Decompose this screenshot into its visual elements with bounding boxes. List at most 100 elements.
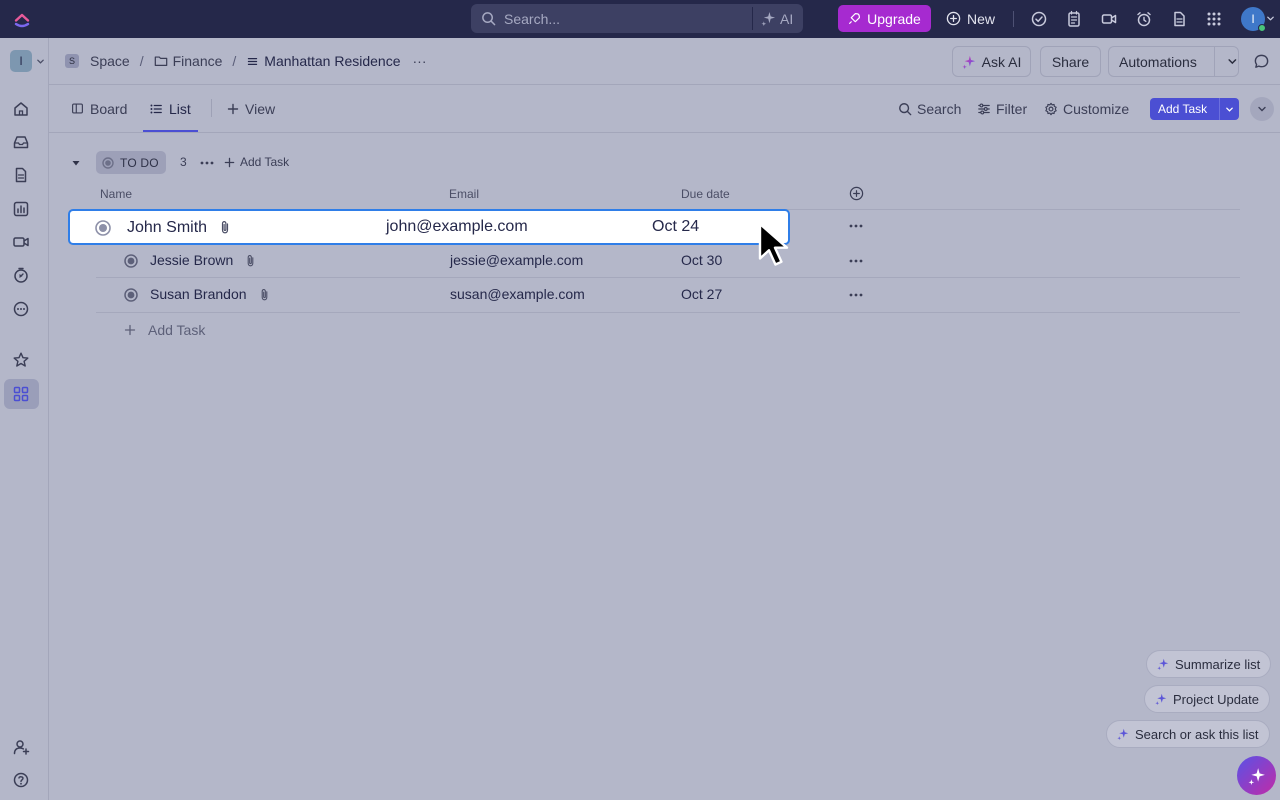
sparkle-icon xyxy=(1155,693,1167,705)
more-circle-icon[interactable] xyxy=(12,300,30,318)
breadcrumb-separator: / xyxy=(232,53,237,69)
chevron-down-icon xyxy=(1258,106,1266,112)
attachment-icon[interactable] xyxy=(219,220,231,234)
video-icon[interactable] xyxy=(1100,10,1118,28)
chevron-down-icon[interactable] xyxy=(1266,14,1275,23)
more-horizontal-icon[interactable] xyxy=(849,224,863,228)
dashboard-chart-icon[interactable] xyxy=(12,200,30,218)
collapse-group-caret-icon[interactable] xyxy=(71,158,81,168)
workspace-switcher[interactable]: I xyxy=(10,50,32,72)
attachment-icon[interactable] xyxy=(259,288,270,301)
project-update-label: Project Update xyxy=(1173,691,1259,707)
table-row-highlighted[interactable]: John Smith john@example.com Oct 24 xyxy=(68,209,790,245)
more-horizontal-icon[interactable] xyxy=(849,293,863,297)
chevron-down-icon[interactable] xyxy=(1227,56,1238,67)
breadcrumb-folder-label: Finance xyxy=(172,53,223,69)
status-circle-icon[interactable] xyxy=(95,220,111,236)
chat-bubble-icon[interactable] xyxy=(1253,53,1270,70)
ask-list-label: Search or ask this list xyxy=(1135,726,1259,742)
automations-button[interactable]: Automations xyxy=(1108,46,1239,77)
breadcrumb-space-label: Space xyxy=(90,53,130,69)
task-email[interactable]: john@example.com xyxy=(386,218,528,236)
task-due-date[interactable]: Oct 27 xyxy=(681,286,722,302)
search-divider xyxy=(752,7,753,30)
project-update-button[interactable]: Project Update xyxy=(1144,685,1270,713)
new-label: New xyxy=(967,10,996,27)
status-group-label: TO DO xyxy=(120,155,159,170)
add-view-button[interactable]: View xyxy=(227,85,275,132)
add-column-icon[interactable] xyxy=(849,186,864,201)
chevron-down-icon[interactable] xyxy=(36,57,45,66)
sparkle-icon xyxy=(761,11,776,26)
summarize-list-button[interactable]: Summarize list xyxy=(1146,650,1272,678)
docs-icon[interactable] xyxy=(12,166,30,184)
status-group-pill[interactable]: TO DO xyxy=(96,151,166,174)
alarm-clock-icon[interactable] xyxy=(1135,10,1153,28)
filter-button[interactable]: Filter xyxy=(977,85,1027,132)
breadcrumb-list[interactable]: Manhattan Residence xyxy=(246,53,401,69)
task-name[interactable]: John Smith xyxy=(127,219,207,237)
upgrade-button[interactable]: Upgrade xyxy=(838,5,931,32)
task-name[interactable]: Susan Brandon xyxy=(150,286,247,302)
task-due-date[interactable]: Oct 30 xyxy=(681,252,722,268)
breadcrumb-space[interactable]: S Space xyxy=(65,53,130,69)
top-bar: Search... AI Upgrade New I xyxy=(0,0,1280,38)
active-tab-indicator xyxy=(143,130,198,132)
column-header-email[interactable]: Email xyxy=(449,187,479,201)
group-add-task-button[interactable]: Add Task xyxy=(224,155,289,169)
column-header-name[interactable]: Name xyxy=(100,187,132,201)
rocket-icon xyxy=(849,13,861,24)
tab-board[interactable]: Board xyxy=(71,85,127,132)
add-task-button[interactable]: Add Task xyxy=(1150,98,1239,120)
task-due-date[interactable]: Oct 24 xyxy=(652,218,699,236)
topbar-divider xyxy=(1013,11,1014,27)
customize-label: Customize xyxy=(1063,100,1130,117)
list-lines-icon xyxy=(248,57,258,65)
add-task-options[interactable] xyxy=(1220,105,1239,114)
more-horizontal-icon[interactable] xyxy=(200,161,214,165)
breadcrumb-folder[interactable]: Finance xyxy=(154,53,223,69)
table-row[interactable]: Susan Brandon susan@example.com Oct 27 xyxy=(96,278,1240,312)
app-logo-icon[interactable] xyxy=(12,9,32,29)
upgrade-label: Upgrade xyxy=(867,10,921,27)
user-avatar[interactable]: I xyxy=(1241,7,1266,32)
inbox-icon[interactable] xyxy=(12,133,30,151)
notepad-icon[interactable] xyxy=(1065,10,1083,28)
apps-grid-icon[interactable] xyxy=(1205,10,1223,28)
help-icon[interactable] xyxy=(12,771,30,789)
task-name[interactable]: Jessie Brown xyxy=(150,252,233,268)
share-button[interactable]: Share xyxy=(1040,46,1101,77)
ask-ai-button[interactable]: Ask AI xyxy=(952,46,1031,77)
status-circle-icon[interactable] xyxy=(124,254,138,268)
tab-list[interactable]: List xyxy=(149,85,191,132)
toolbar-collapse-button[interactable] xyxy=(1250,97,1274,121)
search-icon xyxy=(482,12,496,26)
share-label: Share xyxy=(1051,53,1090,70)
global-search[interactable]: Search... AI xyxy=(471,4,803,33)
clips-video-icon[interactable] xyxy=(12,233,30,251)
new-button[interactable]: New xyxy=(946,5,995,32)
attachment-icon[interactable] xyxy=(245,254,256,267)
timer-icon[interactable] xyxy=(12,266,30,284)
filter-sliders-icon xyxy=(978,103,990,114)
task-email[interactable]: susan@example.com xyxy=(450,286,585,302)
table-add-task-button[interactable]: Add Task xyxy=(124,322,205,338)
table-row[interactable]: Jessie Brown jessie@example.com Oct 30 xyxy=(96,244,1240,278)
list-search-button[interactable]: Search xyxy=(898,85,961,132)
more-horizontal-icon[interactable] xyxy=(849,259,863,263)
status-circle-icon[interactable] xyxy=(124,288,138,302)
ai-assistant-button[interactable] xyxy=(1237,756,1276,795)
ai-search-button[interactable]: AI xyxy=(761,4,793,33)
column-header-due-date[interactable]: Due date xyxy=(681,187,730,201)
customize-button[interactable]: Customize xyxy=(1044,85,1129,132)
check-circle-icon[interactable] xyxy=(1030,10,1048,28)
favorites-star-icon[interactable] xyxy=(12,351,30,369)
gear-icon xyxy=(1045,102,1057,115)
invite-user-icon[interactable] xyxy=(12,738,30,756)
ask-list-button[interactable]: Search or ask this list xyxy=(1106,720,1270,748)
list-options-button[interactable]: ··· xyxy=(413,53,427,69)
home-icon[interactable] xyxy=(12,100,30,118)
task-email[interactable]: jessie@example.com xyxy=(450,252,583,268)
spaces-grid-icon[interactable] xyxy=(12,385,30,403)
document-icon[interactable] xyxy=(1170,10,1188,28)
